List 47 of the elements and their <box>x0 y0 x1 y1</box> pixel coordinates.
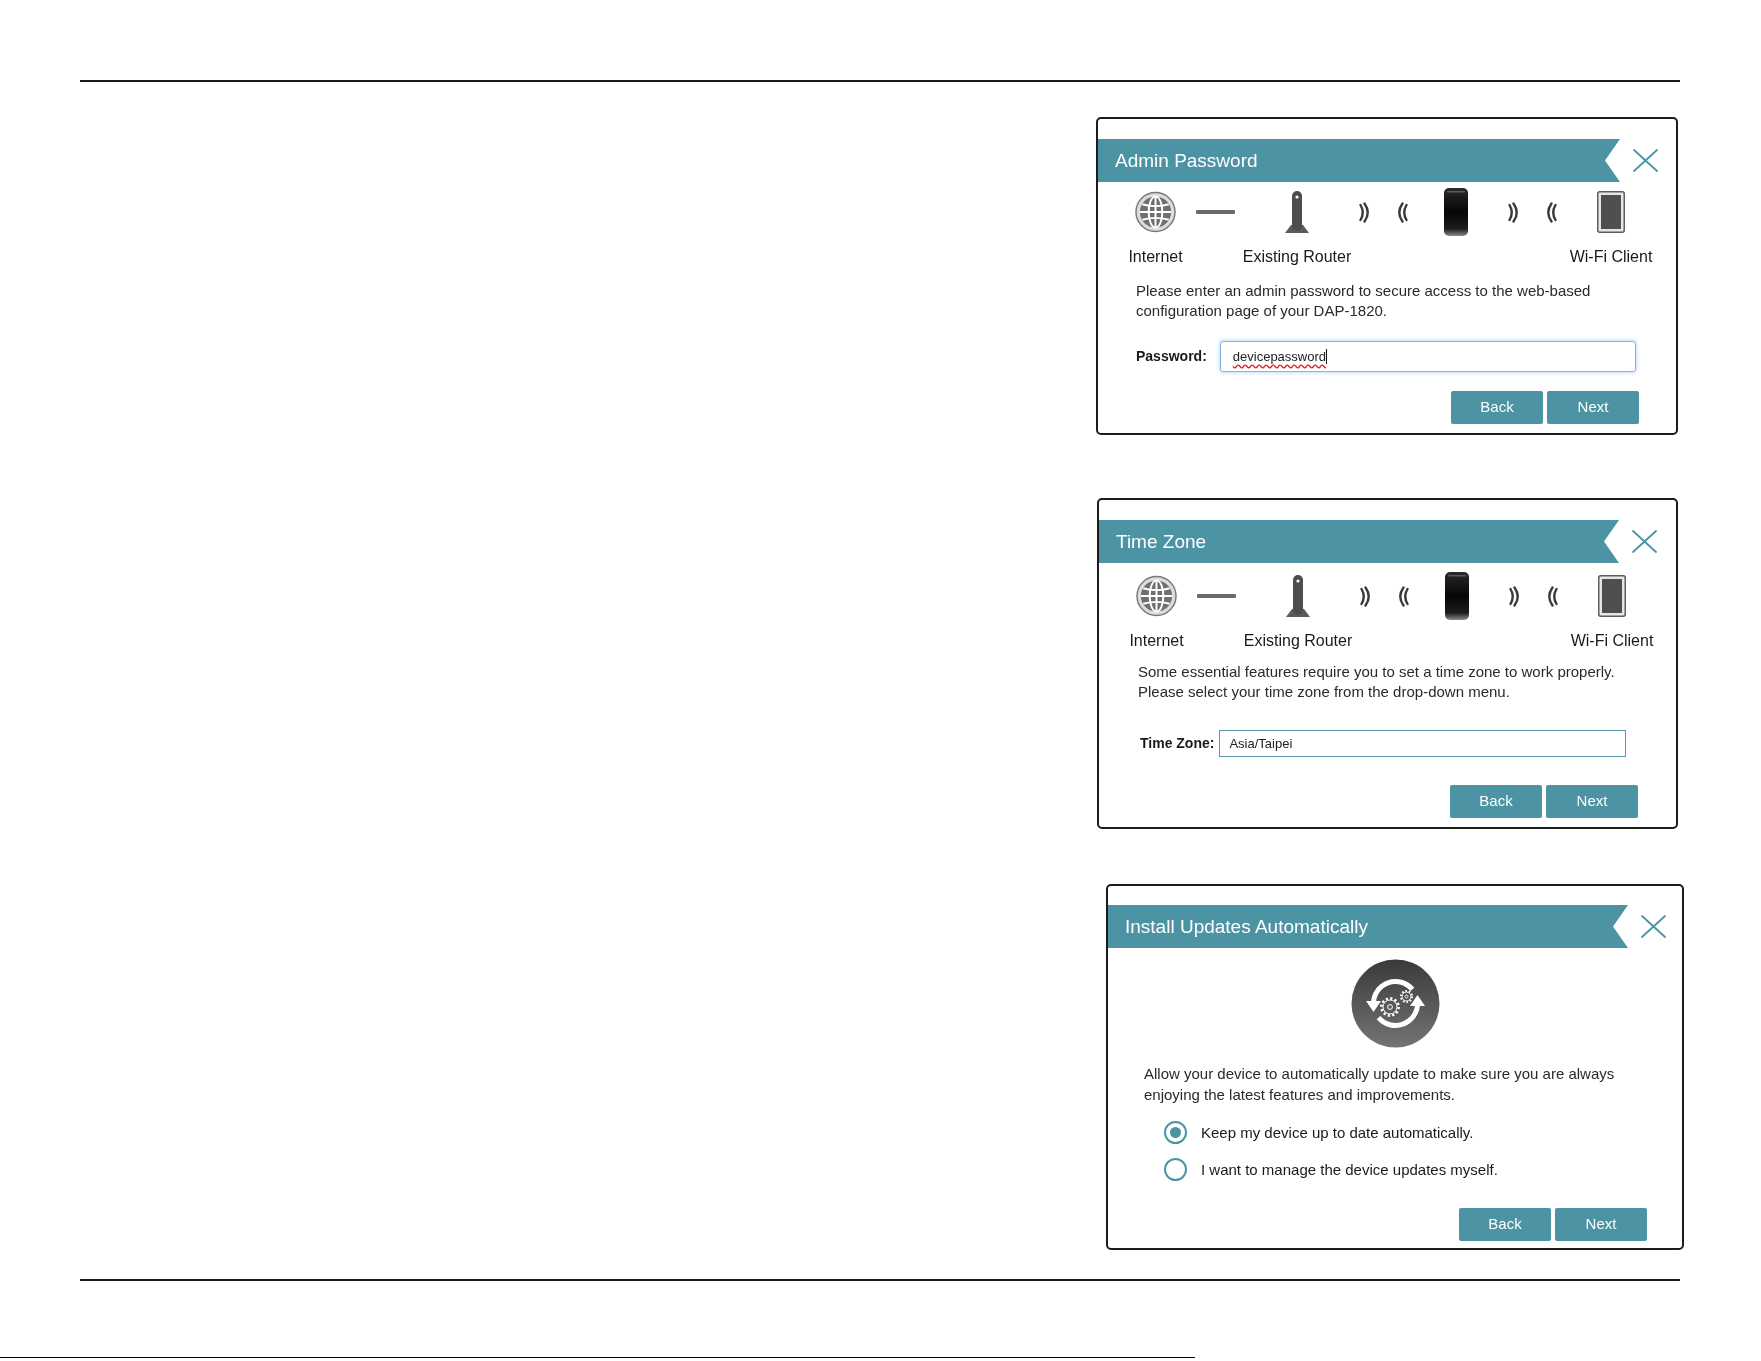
signal-waves-icon <box>1508 201 1519 223</box>
signal-waves-icon <box>1359 201 1370 223</box>
text-cursor <box>1326 349 1328 364</box>
tablet-icon <box>1598 575 1626 617</box>
password-field[interactable]: devicepassword <box>1219 341 1636 372</box>
signal-waves-icon <box>1360 585 1371 607</box>
tablet-icon <box>1597 191 1625 233</box>
back-button[interactable]: Back <box>1451 391 1543 424</box>
router-icon <box>1285 575 1311 617</box>
globe-icon <box>1136 575 1177 617</box>
dialog-title: Admin Password <box>1115 148 1258 173</box>
next-button[interactable]: Next <box>1546 785 1638 818</box>
signal-waves-icon <box>1509 585 1520 607</box>
range-extender-icon <box>1444 571 1470 621</box>
diagram-label: Wi-Fi Client <box>1570 631 1654 651</box>
back-button[interactable]: Back <box>1459 1208 1551 1241</box>
signal-waves-icon <box>1397 201 1408 223</box>
field-label: Time Zone: <box>1140 734 1215 753</box>
globe-icon <box>1135 191 1176 233</box>
field-label: Password: <box>1136 347 1207 366</box>
close-icon[interactable] <box>1641 915 1666 938</box>
dialog-title: Install Updates Automatically <box>1125 914 1368 939</box>
diagram-label: Existing Router <box>1242 247 1352 267</box>
close-icon[interactable] <box>1633 149 1658 172</box>
description-text: Allow your device to automatically update to make sure you are always enjoying the latest features and improvements. <box>1144 1064 1615 1105</box>
radio-button[interactable] <box>1164 1158 1187 1181</box>
router-icon <box>1284 191 1310 233</box>
option-label[interactable]: Keep my device up to date automatically. <box>1201 1122 1474 1143</box>
signal-waves-icon <box>1547 585 1558 607</box>
next-button[interactable]: Next <box>1555 1208 1647 1241</box>
signal-waves-icon <box>1546 201 1557 223</box>
dropdown-field[interactable]: Asia/Taipei <box>1219 730 1627 757</box>
dialog-title: Time Zone <box>1116 529 1207 554</box>
option-label[interactable]: I want to manage the device updates myself. <box>1201 1159 1498 1180</box>
radio-button[interactable] <box>1164 1121 1187 1144</box>
signal-waves-icon <box>1398 585 1409 607</box>
description-text: Please enter an admin password to secure access to the web-based configuration page of your DAP-1820. <box>1136 281 1591 321</box>
update-sync-icon <box>1350 959 1440 1048</box>
diagram-label: Internet <box>1129 631 1184 651</box>
diagram-label: Internet <box>1128 247 1183 267</box>
diagram-label: Existing Router <box>1243 631 1353 651</box>
next-button[interactable]: Next <box>1547 391 1639 424</box>
back-button[interactable]: Back <box>1450 785 1542 818</box>
close-icon[interactable] <box>1632 530 1657 553</box>
description-text: Some essential features require you to set a time zone to work properly. Please select your time zone from the drop-down menu. <box>1138 662 1615 702</box>
diagram-label: Wi-Fi Client <box>1569 247 1653 267</box>
range-extender-icon <box>1443 187 1469 237</box>
